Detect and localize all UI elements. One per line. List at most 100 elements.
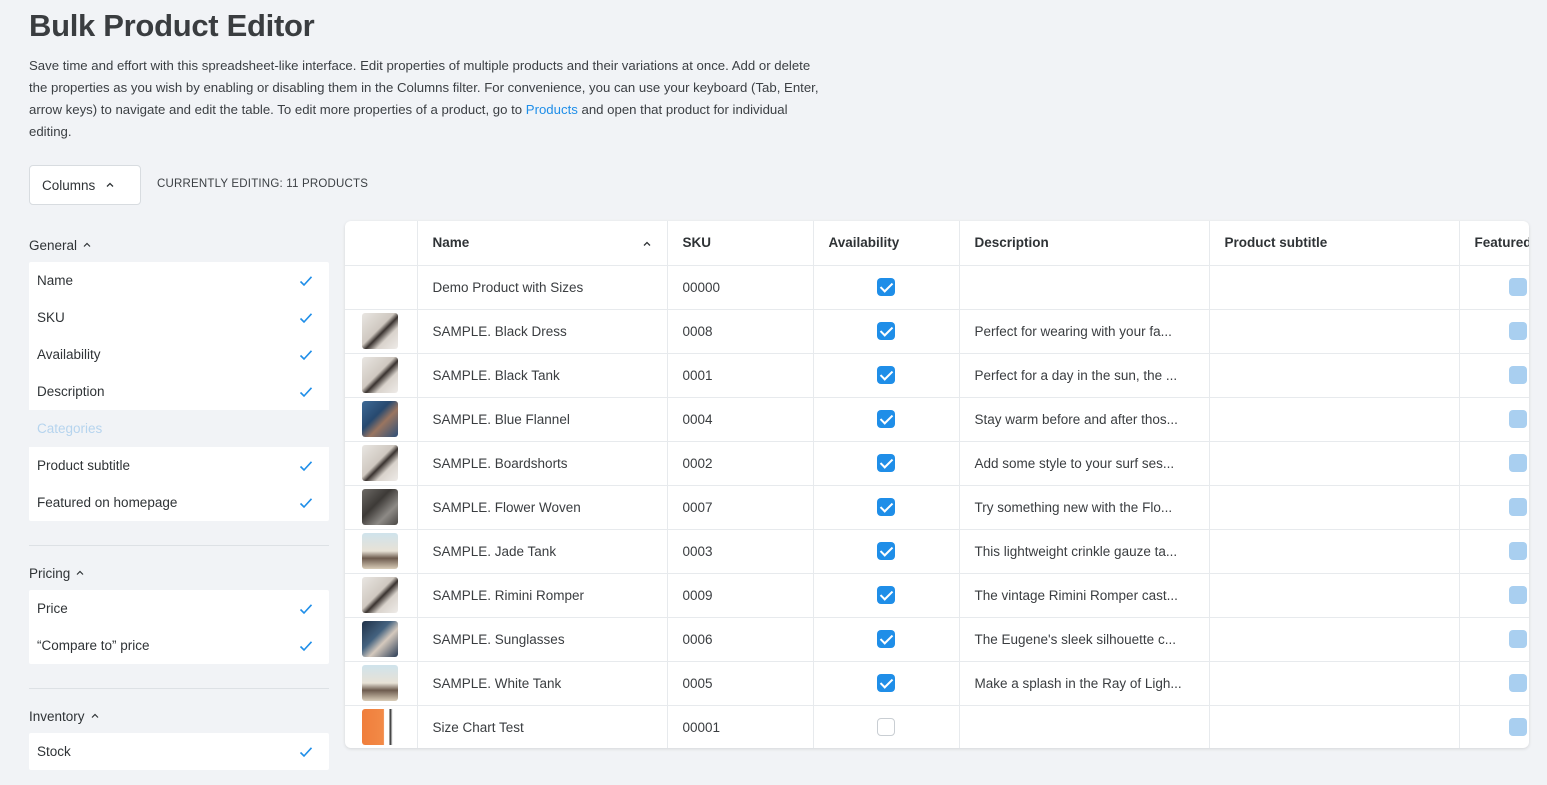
availability-checkbox[interactable] <box>877 410 895 428</box>
name-cell[interactable]: Size Chart Test <box>417 705 668 748</box>
header-featured[interactable]: Featured <box>1459 221 1529 266</box>
featured-checkbox[interactable] <box>1508 674 1527 692</box>
sku-cell[interactable]: 0008 <box>667 309 814 354</box>
sku-cell[interactable]: 0006 <box>667 617 814 662</box>
featured-checkbox[interactable] <box>1508 498 1527 516</box>
description-cell[interactable] <box>959 705 1210 748</box>
column-toggle-item[interactable]: SKU <box>29 299 329 336</box>
availability-checkbox[interactable] <box>877 674 895 692</box>
table-row[interactable]: SAMPLE. Black Tank 0001 Perfect for a da… <box>345 353 1529 398</box>
sku-cell[interactable]: 0001 <box>667 353 814 398</box>
subtitle-cell[interactable] <box>1209 265 1460 310</box>
name-cell[interactable]: SAMPLE. Black Tank <box>417 353 668 398</box>
sku-cell[interactable]: 0004 <box>667 397 814 442</box>
table-row[interactable]: SAMPLE. Blue Flannel 0004 Stay warm befo… <box>345 397 1529 442</box>
header-sku[interactable]: SKU <box>667 221 814 266</box>
availability-cell[interactable] <box>813 705 960 748</box>
subtitle-cell[interactable] <box>1209 397 1460 442</box>
column-toggle-item[interactable]: Name <box>29 262 329 299</box>
header-description[interactable]: Description <box>959 221 1210 266</box>
sku-cell[interactable]: 0009 <box>667 573 814 618</box>
featured-checkbox[interactable] <box>1508 366 1527 384</box>
featured-checkbox[interactable] <box>1508 630 1527 648</box>
featured-cell[interactable] <box>1459 485 1529 530</box>
description-cell[interactable] <box>959 265 1210 310</box>
name-cell[interactable]: SAMPLE. Black Dress <box>417 309 668 354</box>
availability-checkbox[interactable] <box>877 542 895 560</box>
name-cell[interactable]: SAMPLE. Boardshorts <box>417 441 668 486</box>
column-toggle-item[interactable]: Price <box>29 590 329 627</box>
header-product-subtitle[interactable]: Product subtitle <box>1209 221 1460 266</box>
name-cell[interactable]: SAMPLE. Rimini Romper <box>417 573 668 618</box>
name-cell[interactable]: SAMPLE. Sunglasses <box>417 617 668 662</box>
availability-cell[interactable] <box>813 353 960 398</box>
column-group-header[interactable]: Inventory <box>29 699 329 733</box>
column-toggle-item[interactable]: “Compare to” price <box>29 627 329 664</box>
header-availability[interactable]: Availability <box>813 221 960 266</box>
description-cell[interactable]: The Eugene's sleek silhouette c... <box>959 617 1210 662</box>
column-toggle-item[interactable]: Stock <box>29 733 329 770</box>
columns-filter-button[interactable]: Columns <box>29 165 141 205</box>
featured-cell[interactable] <box>1459 441 1529 486</box>
availability-cell[interactable] <box>813 529 960 574</box>
sku-cell[interactable]: 0005 <box>667 661 814 706</box>
subtitle-cell[interactable] <box>1209 441 1460 486</box>
subtitle-cell[interactable] <box>1209 353 1460 398</box>
subtitle-cell[interactable] <box>1209 309 1460 354</box>
availability-checkbox[interactable] <box>877 366 895 384</box>
sku-cell[interactable]: 0003 <box>667 529 814 574</box>
featured-cell[interactable] <box>1459 397 1529 442</box>
availability-cell[interactable] <box>813 617 960 662</box>
featured-cell[interactable] <box>1459 265 1529 310</box>
sku-cell[interactable]: 0007 <box>667 485 814 530</box>
featured-checkbox[interactable] <box>1508 718 1527 736</box>
description-cell[interactable]: Make a splash in the Ray of Ligh... <box>959 661 1210 706</box>
description-cell[interactable]: Perfect for wearing with your fa... <box>959 309 1210 354</box>
header-name[interactable]: Name <box>417 221 668 266</box>
featured-checkbox[interactable] <box>1508 410 1527 428</box>
column-toggle-item[interactable]: Categories <box>29 410 329 447</box>
table-row[interactable]: SAMPLE. Flower Woven 0007 Try something … <box>345 485 1529 530</box>
name-cell[interactable]: SAMPLE. Jade Tank <box>417 529 668 574</box>
availability-checkbox[interactable] <box>877 278 895 296</box>
subtitle-cell[interactable] <box>1209 573 1460 618</box>
table-row[interactable]: SAMPLE. Boardshorts 0002 Add some style … <box>345 441 1529 486</box>
featured-cell[interactable] <box>1459 705 1529 748</box>
featured-cell[interactable] <box>1459 309 1529 354</box>
availability-cell[interactable] <box>813 441 960 486</box>
name-cell[interactable]: SAMPLE. Flower Woven <box>417 485 668 530</box>
table-row[interactable]: Size Chart Test 00001 <box>345 705 1529 748</box>
featured-cell[interactable] <box>1459 529 1529 574</box>
subtitle-cell[interactable] <box>1209 661 1460 706</box>
subtitle-cell[interactable] <box>1209 485 1460 530</box>
column-toggle-item[interactable]: Product subtitle <box>29 447 329 484</box>
availability-cell[interactable] <box>813 265 960 310</box>
description-cell[interactable]: This lightweight crinkle gauze ta... <box>959 529 1210 574</box>
name-cell[interactable]: SAMPLE. White Tank <box>417 661 668 706</box>
availability-checkbox[interactable] <box>877 718 895 736</box>
table-row[interactable]: SAMPLE. Black Dress 0008 Perfect for wea… <box>345 309 1529 354</box>
table-row[interactable]: Demo Product with Sizes 00000 <box>345 265 1529 310</box>
sort-chevron-up-icon[interactable] <box>642 239 652 249</box>
availability-checkbox[interactable] <box>877 454 895 472</box>
column-group-header[interactable]: Pricing <box>29 556 329 590</box>
featured-cell[interactable] <box>1459 353 1529 398</box>
column-toggle-item[interactable]: Availability <box>29 336 329 373</box>
table-row[interactable]: SAMPLE. Sunglasses 0006 The Eugene's sle… <box>345 617 1529 662</box>
availability-cell[interactable] <box>813 573 960 618</box>
description-cell[interactable]: Perfect for a day in the sun, the ... <box>959 353 1210 398</box>
featured-cell[interactable] <box>1459 573 1529 618</box>
availability-checkbox[interactable] <box>877 322 895 340</box>
description-cell[interactable]: Try something new with the Flo... <box>959 485 1210 530</box>
sku-cell[interactable]: 00001 <box>667 705 814 748</box>
sku-cell[interactable]: 00000 <box>667 265 814 310</box>
table-row[interactable]: SAMPLE. Rimini Romper 0009 The vintage R… <box>345 573 1529 618</box>
sku-cell[interactable]: 0002 <box>667 441 814 486</box>
column-toggle-item[interactable]: Featured on homepage <box>29 484 329 521</box>
availability-cell[interactable] <box>813 309 960 354</box>
table-row[interactable]: SAMPLE. White Tank 0005 Make a splash in… <box>345 661 1529 706</box>
column-toggle-item[interactable]: Description <box>29 373 329 410</box>
column-group-header[interactable]: General <box>29 228 329 262</box>
availability-cell[interactable] <box>813 661 960 706</box>
featured-checkbox[interactable] <box>1508 322 1527 340</box>
